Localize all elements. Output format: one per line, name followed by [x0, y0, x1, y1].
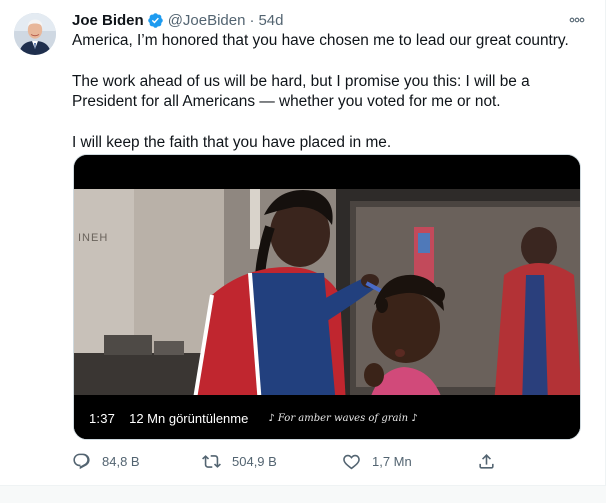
reply-icon — [73, 453, 90, 469]
heart-icon — [343, 454, 360, 469]
video-caption: ♪ For amber waves of grain ♪ — [268, 412, 418, 424]
video-view-count: 12 Mn görüntülenme — [129, 410, 249, 426]
like-button[interactable]: 1,7 Mn — [342, 448, 412, 474]
video-info-bar: 1:37 12 Mn görüntülenme ♪ For amber wave… — [74, 405, 580, 431]
tweet-paragraph: I will keep the faith that you have plac… — [72, 134, 392, 151]
author-handle[interactable]: @JoeBiden — [168, 12, 246, 29]
retweet-button[interactable]: 504,9 B — [202, 448, 277, 474]
wall-sign: INEH — [78, 232, 108, 244]
separator-dot: · — [249, 11, 255, 29]
tweet-header: Joe Biden @JoeBiden · 54d — [72, 10, 592, 30]
video-duration: 1:37 — [89, 410, 116, 426]
reply-button[interactable]: 84,8 B — [72, 448, 140, 474]
tweet-actions: 84,8 B 504,9 B 1,7 Mn — [72, 448, 512, 474]
tweet-text: America, I’m honored that you have chose… — [72, 31, 592, 153]
like-count: 1,7 Mn — [372, 453, 412, 469]
video-frame: INEH — [74, 155, 580, 439]
tweet-timestamp[interactable]: 54d — [258, 12, 283, 29]
more-icon[interactable] — [565, 10, 589, 30]
tweet[interactable]: Joe Biden @JoeBiden · 54d America, I’m h… — [0, 0, 606, 485]
share-icon — [479, 453, 494, 469]
tweet-paragraph: The work ahead of us will be hard, but I… — [72, 73, 530, 110]
author-name[interactable]: Joe Biden — [72, 12, 144, 29]
profile-photo — [14, 13, 56, 55]
tweet-paragraph: America, I’m honored that you have chose… — [72, 32, 569, 49]
retweet-count: 504,9 B — [232, 453, 277, 469]
verified-badge-icon — [147, 12, 164, 29]
video-player[interactable]: INEH 1:37 12 Mn görüntülenme ♪ For amber… — [73, 154, 581, 440]
retweet-icon — [202, 454, 221, 468]
reply-count: 84,8 B — [102, 453, 140, 469]
timeline-divider — [0, 485, 606, 503]
avatar[interactable] — [14, 13, 56, 55]
share-button[interactable] — [477, 448, 496, 474]
